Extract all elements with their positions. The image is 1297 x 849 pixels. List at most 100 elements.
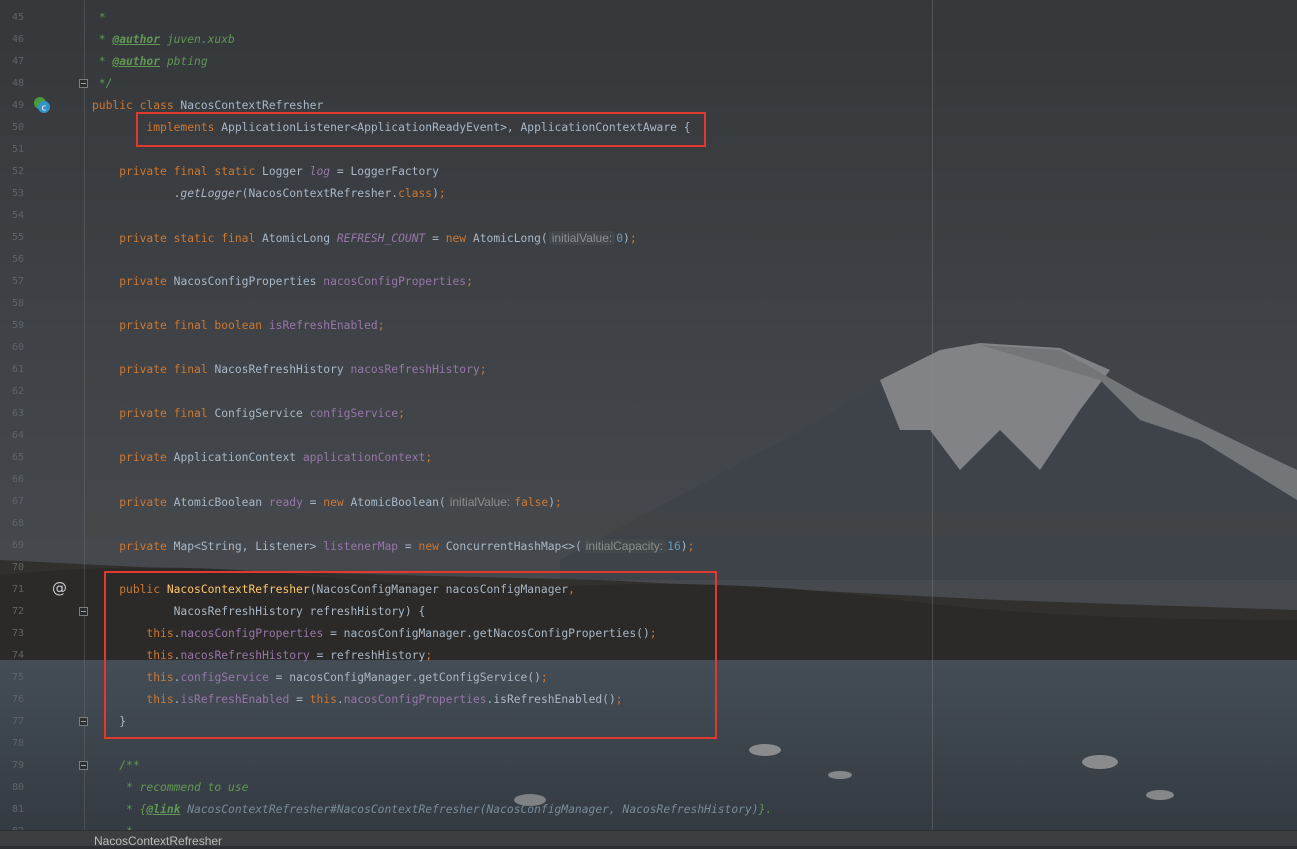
line-number[interactable]: 78 [0, 733, 24, 755]
line-number[interactable]: 68 [0, 513, 24, 535]
code-text[interactable]: * recommend to use [92, 777, 248, 799]
code-line[interactable]: 54 [0, 205, 1297, 227]
line-number[interactable]: 56 [0, 249, 24, 271]
line-number[interactable]: 54 [0, 205, 24, 227]
code-line[interactable]: 60 [0, 337, 1297, 359]
code-line[interactable]: 55 private static final AtomicLong REFRE… [0, 227, 1297, 249]
code-line[interactable]: 52 private final static Logger log = Log… [0, 161, 1297, 183]
line-number[interactable]: 48 [0, 73, 24, 95]
annotation-gutter-icon[interactable]: @ [52, 579, 67, 597]
breadcrumb-class-name[interactable]: NacosContextRefresher [94, 833, 222, 849]
code-text[interactable]: /** [92, 755, 139, 777]
fold-marker-icon[interactable] [79, 761, 88, 770]
line-number[interactable]: 47 [0, 51, 24, 73]
line-number[interactable]: 65 [0, 447, 24, 469]
line-number[interactable]: 53 [0, 183, 24, 205]
line-number[interactable]: 57 [0, 271, 24, 293]
code-line[interactable]: 64 [0, 425, 1297, 447]
parameter-hint: initialValue: [548, 231, 616, 245]
code-text[interactable]: private final static Logger log = Logger… [92, 161, 439, 183]
line-number[interactable]: 50 [0, 117, 24, 139]
line-number[interactable]: 81 [0, 799, 24, 821]
code-token: applicationContext [302, 451, 426, 464]
line-number[interactable]: 60 [0, 337, 24, 359]
line-number[interactable]: 61 [0, 359, 24, 381]
line-number[interactable]: 70 [0, 557, 24, 579]
code-text[interactable]: .getLogger(NacosContextRefresher.class); [92, 183, 446, 205]
fold-marker-icon[interactable] [79, 79, 88, 88]
code-text[interactable]: private final NacosRefreshHistory nacosR… [92, 359, 486, 381]
code-text[interactable]: * @author pbting [92, 51, 208, 73]
code-line[interactable]: 58 [0, 293, 1297, 315]
code-text[interactable]: private ApplicationContext applicationCo… [92, 447, 432, 469]
fold-marker-icon[interactable] [79, 717, 88, 726]
line-number[interactable]: 71 [0, 579, 24, 601]
line-number[interactable]: 63 [0, 403, 24, 425]
line-number[interactable]: 52 [0, 161, 24, 183]
code-text[interactable]: private Map<String, Listener> listenerMa… [92, 535, 694, 558]
code-text[interactable]: private final boolean isRefreshEnabled; [92, 315, 384, 337]
line-number[interactable]: 49 [0, 95, 24, 117]
code-line[interactable]: 56 [0, 249, 1297, 271]
line-number[interactable]: 64 [0, 425, 24, 447]
code-text[interactable]: */ [92, 73, 113, 95]
code-text[interactable]: * {@link NacosContextRefresher#NacosCont… [92, 799, 772, 821]
code-token: ) [623, 232, 630, 245]
code-text[interactable]: private NacosConfigProperties nacosConfi… [92, 271, 473, 293]
code-line[interactable]: 57 private NacosConfigProperties nacosCo… [0, 271, 1297, 293]
code-line[interactable]: 45 * [0, 7, 1297, 29]
code-text[interactable]: private AtomicBoolean ready = new Atomic… [92, 491, 562, 514]
line-number[interactable]: 59 [0, 315, 24, 337]
line-number[interactable]: 46 [0, 29, 24, 51]
code-line[interactable]: 59 private final boolean isRefreshEnable… [0, 315, 1297, 337]
code-line[interactable]: 61 private final NacosRefreshHistory nac… [0, 359, 1297, 381]
code-line[interactable]: 63 private final ConfigService configSer… [0, 403, 1297, 425]
line-number[interactable]: 73 [0, 623, 24, 645]
code-text[interactable]: private final ConfigService configServic… [92, 403, 405, 425]
code-token: * { [92, 803, 147, 816]
line-number[interactable]: 55 [0, 227, 24, 249]
line-number[interactable]: 66 [0, 469, 24, 491]
code-token: @author [112, 33, 161, 46]
code-line[interactable]: 80 * recommend to use [0, 777, 1297, 799]
line-number[interactable]: 45 [0, 7, 24, 29]
class-implements-gutter-icon[interactable]: c [33, 96, 51, 114]
code-line[interactable]: 48 */ [0, 73, 1297, 95]
code-token: ApplicationContext [173, 451, 303, 464]
line-number[interactable]: 69 [0, 535, 24, 557]
line-number[interactable]: 77 [0, 711, 24, 733]
code-line[interactable]: 53 .getLogger(NacosContextRefresher.clas… [0, 183, 1297, 205]
code-line[interactable]: 62 [0, 381, 1297, 403]
code-token: ; [425, 451, 433, 464]
line-number[interactable]: 80 [0, 777, 24, 799]
code-text[interactable]: private static final AtomicLong REFRESH_… [92, 227, 637, 250]
constructor-highlight-box [104, 571, 717, 739]
line-number[interactable]: 58 [0, 293, 24, 315]
line-number[interactable]: 51 [0, 139, 24, 161]
code-text[interactable]: * @author juven.xuxb [92, 29, 235, 51]
code-line[interactable]: 47 * @author pbting [0, 51, 1297, 73]
code-line[interactable]: 68 [0, 513, 1297, 535]
code-text[interactable]: * [92, 7, 106, 29]
code-line[interactable]: 67 private AtomicBoolean ready = new Ato… [0, 491, 1297, 513]
line-number[interactable]: 75 [0, 667, 24, 689]
fold-marker-icon[interactable] [79, 607, 88, 616]
code-token: public class [92, 99, 181, 112]
code-token: class [398, 187, 433, 200]
code-line[interactable]: 46 * @author juven.xuxb [0, 29, 1297, 51]
line-number[interactable]: 79 [0, 755, 24, 777]
line-number[interactable]: 76 [0, 689, 24, 711]
breadcrumb[interactable]: NacosContextRefresher [0, 830, 1297, 849]
line-number[interactable]: 62 [0, 381, 24, 403]
code-line[interactable]: 66 [0, 469, 1297, 491]
code-token: isRefreshEnabled [268, 319, 378, 332]
code-line[interactable]: 65 private ApplicationContext applicatio… [0, 447, 1297, 469]
code-line[interactable]: 79 /** [0, 755, 1297, 777]
code-line[interactable]: 69 private Map<String, Listener> listene… [0, 535, 1297, 557]
line-number[interactable]: 72 [0, 601, 24, 623]
line-number[interactable]: 74 [0, 645, 24, 667]
line-number[interactable]: 67 [0, 491, 24, 513]
code-line[interactable]: 81 * {@link NacosContextRefresher#NacosC… [0, 799, 1297, 821]
